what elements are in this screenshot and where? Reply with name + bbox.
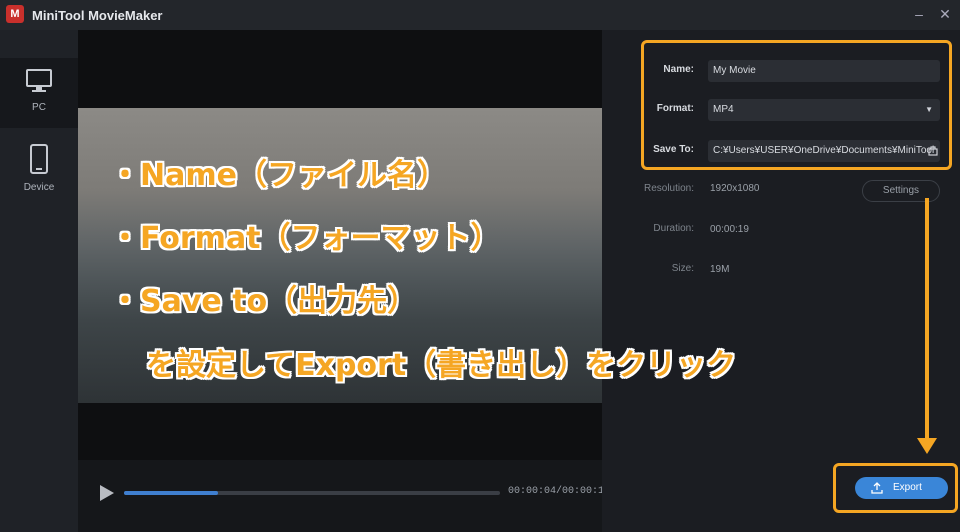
fields-highlight-box [641, 40, 952, 170]
annotation-line-3: ・Save to（出力先） [110, 284, 418, 319]
sidebar-item-pc[interactable]: PC [0, 58, 78, 128]
annotation-arrow-shaft [925, 198, 929, 440]
duration-label: Duration: [653, 223, 694, 234]
close-icon[interactable]: ✕ [936, 5, 954, 23]
size-label: Size: [671, 263, 694, 274]
annotation-line-1: ・Name（ファイル名） [110, 158, 447, 193]
sidebar-item-device[interactable]: Device [0, 134, 78, 204]
play-icon[interactable] [100, 485, 114, 501]
duration-value: 00:00:19 [710, 224, 749, 235]
annotation-line-2: ・Format（フォーマット） [110, 221, 501, 256]
resolution-label: Resolution: [643, 183, 694, 194]
monitor-icon [26, 69, 52, 92]
seek-progress [124, 491, 218, 495]
app-title: MiniTool MovieMaker [32, 8, 163, 23]
sidebar: PC Device [0, 30, 78, 532]
minimize-icon[interactable]: – [910, 5, 928, 23]
export-highlight-box [833, 463, 958, 513]
player-controls: 00:00:04/00:00:19 [78, 460, 610, 532]
sidebar-item-label: PC [32, 102, 46, 113]
title-bar: M MiniTool MovieMaker – ✕ [0, 0, 960, 30]
playback-time: 00:00:04/00:00:19 [508, 486, 611, 497]
sidebar-item-label: Device [23, 182, 55, 193]
annotation-line-4: を設定してExport（書き出し）をクリック [146, 348, 737, 383]
resolution-value: 1920x1080 [710, 183, 760, 194]
annotation-arrow-head [917, 438, 937, 454]
size-value: 19M [710, 264, 730, 275]
phone-icon [30, 144, 48, 174]
app-logo-icon: M [6, 5, 24, 23]
seek-bar[interactable] [124, 491, 500, 495]
